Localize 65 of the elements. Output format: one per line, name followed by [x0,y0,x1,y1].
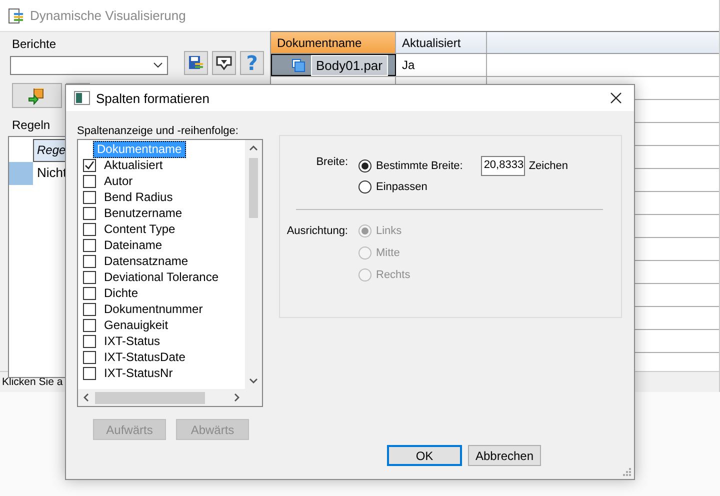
checkbox[interactable] [83,190,96,204]
option-label[interactable]: Einpassen [376,181,428,193]
checkbox[interactable] [83,366,96,380]
scroll-thumb[interactable] [249,158,258,218]
dialog-button[interactable]: OK [387,445,462,466]
rules-label: Regeln [12,118,50,132]
rule-cell-text: Nicht [36,164,68,182]
chevron-down-icon [153,62,163,68]
resize-grip-icon[interactable] [622,467,632,477]
dialog-button[interactable]: Abbrechen [468,445,541,466]
checkbox[interactable] [83,318,96,332]
radio-button[interactable] [358,159,372,173]
column-header[interactable]: Aktualisiert [396,32,487,53]
checkbox[interactable] [83,158,96,172]
list-item[interactable]: Benutzername [101,206,186,220]
save-list-icon [188,55,204,71]
list-item[interactable]: Datensatzname [101,254,192,268]
list-item[interactable]: Genauigkeit [101,318,172,332]
document-icon [292,58,305,72]
download-button[interactable] [212,51,236,75]
scroll-thumb[interactable] [95,392,205,404]
list-item[interactable]: Dokumentnummer [101,302,206,316]
arrow-down-icon [216,55,232,71]
checkbox[interactable] [83,334,96,348]
window-icon [74,91,90,105]
reports-dropdown[interactable] [10,56,168,74]
width-label: Breite: [315,156,349,168]
radio-button[interactable] [358,180,372,194]
unit-label: Zeichen [528,160,568,172]
window-title: Dynamische Visualisierung [30,8,186,23]
list-item[interactable]: Aktualisiert [101,158,166,172]
checkbox[interactable] [83,302,96,316]
app-icon [8,8,24,24]
alignment-label: Ausrichtung: [286,224,349,237]
checkbox[interactable] [83,350,96,364]
checkbox[interactable] [83,238,96,252]
file-name: Body01.par [311,54,388,76]
list-item[interactable]: IXT-StatusDate [101,350,188,364]
checkbox[interactable] [83,174,96,188]
list-item[interactable]: Dichte [101,286,142,300]
status-text: Klicken Sie a [2,375,63,390]
list-item[interactable]: Content Type [101,222,178,236]
column-list[interactable]: Dokumentname Aktualisiert Autor Bend Radius Benutzername Content Type Dateiname Datensatzname Deviational Tolerance Dichte Dokumentnummer Genauigkeit IXT-Status IXT-StatusDate IXT-StatusNr [77,139,263,407]
checkbox[interactable] [83,286,96,300]
column-header[interactable]: Dokumentname [271,32,396,53]
checkbox[interactable] [83,206,96,220]
save-report-button[interactable] [184,51,208,75]
width-input[interactable]: 20,8333 [480,156,525,176]
list-item[interactable]: Bend Radius [101,190,176,204]
dialog-title: Spalten formatieren [96,90,210,106]
list-label: Spaltenanzeige und -reihenfolge: [77,125,240,137]
checkbox[interactable] [83,254,96,268]
cube-arrow-icon [28,86,46,104]
checkbox[interactable] [83,222,96,236]
reports-label: Berichte [12,37,56,51]
apply-button[interactable] [12,83,62,108]
list-item[interactable]: IXT-StatusNr [101,366,176,380]
list-item[interactable]: Dateiname [101,238,166,252]
checkbox[interactable] [83,270,96,284]
close-icon [610,92,622,104]
table-cell: Ja [396,54,487,76]
list-item[interactable]: IXT-Status [101,334,164,348]
list-item[interactable]: Autor [101,174,136,188]
option-label[interactable]: Bestimmte Breite: [376,160,463,172]
list-item[interactable]: Deviational Tolerance [101,270,222,284]
